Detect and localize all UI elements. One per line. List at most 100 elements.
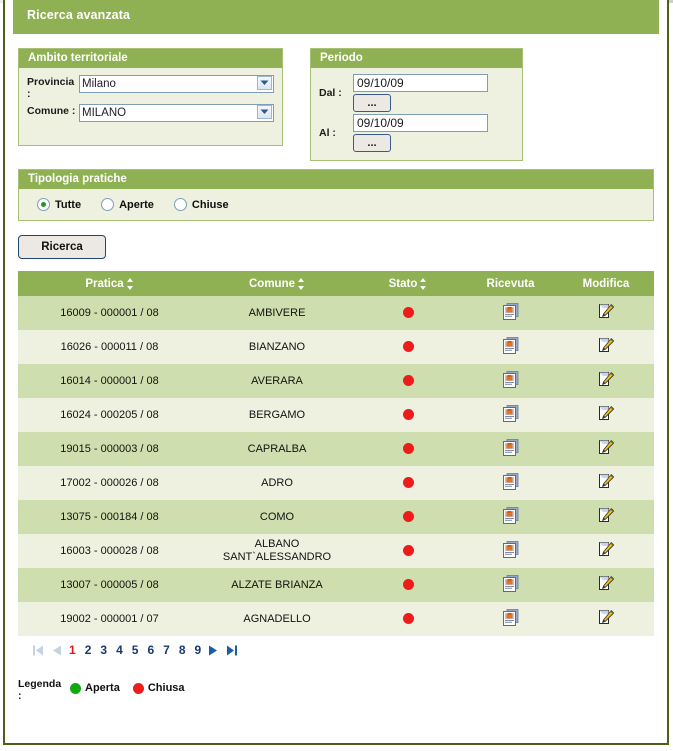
table-row: 16024 - 000205 / 08 BERGAMO [18, 398, 654, 432]
cell-modifica[interactable] [558, 398, 654, 432]
radio-indicator-tutte[interactable] [37, 198, 50, 211]
first-page-icon[interactable] [32, 644, 44, 657]
column-header-ricevuta: Ricevuta [463, 271, 558, 296]
cell-comune: BIANZANO [201, 330, 353, 364]
table-row: 16014 - 000001 / 08 AVERARA [18, 364, 654, 398]
cell-modifica[interactable] [558, 500, 654, 534]
page-link-2[interactable]: 2 [85, 643, 92, 657]
edit-icon[interactable] [598, 473, 615, 494]
document-icon[interactable] [502, 404, 519, 426]
cell-ricevuta[interactable] [463, 568, 558, 602]
provincia-select[interactable]: Milano [79, 75, 274, 93]
comune-select-wrap[interactable]: MILANO [79, 103, 274, 122]
page-link-3[interactable]: 3 [100, 643, 107, 657]
cell-modifica[interactable] [558, 330, 654, 364]
cell-stato [353, 500, 463, 534]
radio-tutte[interactable]: Tutte [37, 198, 81, 211]
al-calendar-button[interactable]: ... [353, 134, 391, 152]
al-date-input[interactable] [353, 114, 488, 132]
cell-ricevuta[interactable] [463, 500, 558, 534]
last-page-icon[interactable] [226, 644, 238, 657]
status-dot-closed-icon [402, 545, 414, 557]
edit-icon[interactable] [598, 575, 615, 596]
table-row: 16026 - 000011 / 08 BIANZANO [18, 330, 654, 364]
document-icon[interactable] [502, 438, 519, 460]
edit-icon[interactable] [598, 609, 615, 630]
cell-comune: AMBIVERE [201, 296, 353, 330]
page-link-1[interactable]: 1 [69, 643, 76, 657]
comune-select[interactable]: MILANO [79, 104, 274, 122]
column-header-pratica[interactable]: Pratica [18, 271, 201, 296]
column-label-pratica: Pratica [85, 277, 124, 290]
document-icon[interactable] [502, 472, 519, 494]
sort-arrows-icon[interactable] [126, 277, 134, 290]
page-link-5[interactable]: 5 [132, 643, 139, 657]
cell-pratica: 19015 - 000003 / 08 [18, 432, 201, 466]
radio-label-aperte: Aperte [119, 198, 154, 211]
document-icon[interactable] [502, 574, 519, 596]
column-header-comune[interactable]: Comune [201, 271, 353, 296]
cell-modifica[interactable] [558, 534, 654, 568]
page-link-6[interactable]: 6 [147, 643, 154, 657]
cell-modifica[interactable] [558, 568, 654, 602]
provincia-select-wrap[interactable]: Milano [79, 74, 274, 93]
radio-chiuse[interactable]: Chiuse [173, 198, 229, 211]
table-row: 19002 - 000001 / 07 AGNADELLO [18, 602, 654, 636]
radio-label-tutte: Tutte [55, 198, 82, 211]
cell-pratica: 16014 - 000001 / 08 [18, 364, 201, 398]
edit-icon[interactable] [598, 337, 615, 358]
document-icon[interactable] [502, 608, 519, 630]
cell-modifica[interactable] [558, 364, 654, 398]
edit-icon[interactable] [598, 541, 615, 562]
status-dot-closed-icon [402, 443, 414, 455]
page-link-9[interactable]: 9 [195, 643, 202, 657]
dal-calendar-button[interactable]: ... [353, 94, 391, 112]
search-button[interactable]: Ricerca [18, 235, 106, 259]
cell-modifica[interactable] [558, 602, 654, 636]
cell-modifica[interactable] [558, 432, 654, 466]
page-link-7[interactable]: 7 [163, 643, 170, 657]
cell-modifica[interactable] [558, 296, 654, 330]
column-label-comune: Comune [249, 277, 295, 290]
sort-arrows-icon[interactable] [420, 277, 427, 290]
cell-ricevuta[interactable] [463, 398, 558, 432]
edit-icon[interactable] [598, 507, 615, 528]
document-icon[interactable] [502, 540, 519, 562]
pagination: 123456789 [18, 636, 654, 664]
cell-comune: AVERARA [201, 364, 353, 398]
edit-icon[interactable] [598, 405, 615, 426]
cell-ricevuta[interactable] [463, 330, 558, 364]
previous-page-icon[interactable] [51, 644, 62, 657]
cell-ricevuta[interactable] [463, 534, 558, 568]
cell-modifica[interactable] [558, 466, 654, 500]
cell-ricevuta[interactable] [463, 432, 558, 466]
edit-icon[interactable] [598, 303, 615, 324]
cell-ricevuta[interactable] [463, 602, 558, 636]
cell-pratica: 17002 - 000026 / 08 [18, 466, 201, 500]
panel-periodo-legend: Periodo [311, 49, 522, 68]
document-icon[interactable] [502, 370, 519, 392]
dal-date-input[interactable] [353, 74, 488, 92]
edit-icon[interactable] [598, 439, 615, 460]
radio-aperte[interactable]: Aperte [101, 198, 154, 211]
cell-ricevuta[interactable] [463, 364, 558, 398]
radio-indicator-chiuse[interactable] [173, 198, 187, 211]
sort-arrows-icon[interactable] [298, 277, 305, 290]
next-page-icon[interactable] [208, 644, 219, 657]
page-link-8[interactable]: 8 [179, 643, 186, 657]
radio-indicator-aperte[interactable] [101, 198, 115, 211]
page-link-4[interactable]: 4 [116, 643, 123, 657]
cell-pratica: 16026 - 000011 / 08 [18, 330, 201, 364]
document-icon[interactable] [502, 506, 519, 528]
cell-pratica: 13075 - 000184 / 08 [18, 500, 201, 534]
status-dot-closed-icon [402, 409, 414, 421]
document-icon[interactable] [502, 302, 519, 324]
column-header-stato[interactable]: Stato [353, 271, 463, 296]
legend-label: Legenda : [18, 678, 62, 702]
results-table-head: Pratica Comune Stato Ricevuta Modifica [18, 271, 654, 296]
cell-ricevuta[interactable] [463, 296, 558, 330]
document-icon[interactable] [502, 336, 519, 358]
provincia-label: Provincia : [27, 76, 75, 100]
cell-ricevuta[interactable] [463, 466, 558, 500]
edit-icon[interactable] [598, 371, 615, 392]
